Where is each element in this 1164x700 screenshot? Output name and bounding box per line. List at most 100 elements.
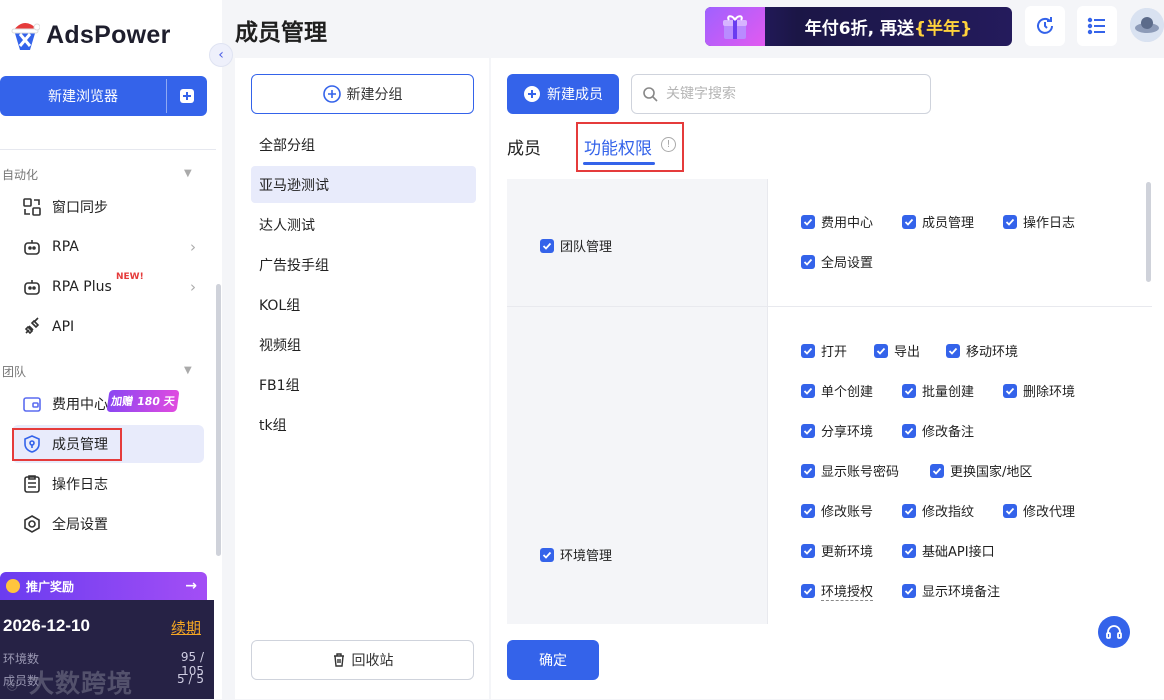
sidebar-item-label: 全局设置 [52,517,108,533]
recycle-bin-button[interactable]: 回收站 [251,640,474,680]
group-item[interactable]: 广告投手组 [251,246,476,283]
arrow-right-icon: → [185,578,197,594]
search-input[interactable] [666,86,896,102]
referral-label: 推广奖励 [26,579,75,594]
checkbox-checked-icon [1003,383,1017,398]
sidebar-item-operation-log[interactable]: 操作日志 [12,465,204,503]
watermark-text: 大数跨境 [28,669,133,698]
checkbox-checked-icon [801,423,815,438]
checkbox-checked-icon [801,543,815,558]
perm-label: 导出 [894,345,921,360]
perm-checkbox[interactable]: 分享环境 [801,421,873,440]
group-item[interactable]: 视频组 [251,326,476,363]
perm-checkbox[interactable]: 删除环境 [1003,381,1075,400]
confirm-button[interactable]: 确定 [507,640,599,680]
highlight-box [12,428,122,461]
perm-label: 删除环境 [1023,385,1076,400]
checkbox-checked-icon [801,463,815,478]
group-item[interactable]: tk组 [251,406,476,443]
perm-checkbox[interactable]: 基础API接口 [902,541,995,560]
perm-checkbox[interactable]: 更新环境 [801,541,873,560]
checkbox-checked-icon [1003,503,1017,518]
promo-badge: 加赠 180 天 [106,390,180,412]
checkbox-checked-icon [946,343,960,358]
perm-checkbox[interactable]: 全局设置 [801,252,873,271]
sidebar-item-rpa-plus[interactable]: RPA Plus › [12,268,204,306]
perm-checkbox[interactable]: 成员管理 [902,212,974,231]
sync-button[interactable] [1025,6,1065,46]
chevron-right-icon: › [190,238,196,256]
new-group-button[interactable]: 新建分组 [251,74,474,114]
app-logo[interactable]: AdsPower [10,20,171,50]
perm-label: 更新环境 [821,545,874,560]
perm-group-checkbox[interactable]: 团队管理 [540,236,612,255]
perm-checkbox[interactable]: 单个创建 [801,381,873,400]
checkbox-checked-icon [930,463,944,478]
sidebar-item-label: API [52,319,75,335]
perm-checkbox[interactable]: 修改代理 [1003,501,1075,520]
perm-checkbox[interactable]: 显示环境备注 [902,581,1000,600]
gear-icon [22,514,42,534]
permissions-scrollbar[interactable] [1146,182,1151,282]
sidebar-scrollbar[interactable] [216,284,221,556]
sidebar-item-rpa[interactable]: RPA › [12,228,204,266]
tab-members[interactable]: 成员 [507,134,541,159]
promo-banner[interactable]: 年付6折, 再送{半年} [705,7,1012,46]
group-item[interactable]: 达人测试 [251,206,476,243]
chevron-down-icon[interactable]: ▼ [184,168,192,179]
window-sync-icon [22,197,42,217]
perm-group-checkbox[interactable]: 环境管理 [540,545,612,564]
perm-checkbox[interactable]: 修改账号 [801,501,873,520]
wallet-icon [22,394,42,414]
perm-checkbox[interactable]: 移动环境 [946,341,1018,360]
section-title-team: 团队 [2,365,27,379]
checkbox-checked-icon [801,503,815,518]
list-icon [1087,17,1105,35]
logo-text: AdsPower [46,20,171,49]
perm-checkbox[interactable]: 修改备注 [902,421,974,440]
chevron-down-icon[interactable]: ▼ [184,365,192,376]
group-item[interactable]: FB1组 [251,366,476,403]
group-item[interactable]: 亚马逊测试 [251,166,476,203]
perm-checkbox[interactable]: 操作日志 [1003,212,1075,231]
highlight-box [576,122,684,172]
new-member-label: 新建成员 [547,87,603,103]
plug-icon [22,317,42,337]
checkbox-checked-icon [902,423,916,438]
search-box[interactable] [631,74,931,114]
sidebar-item-global-settings[interactable]: 全局设置 [12,505,204,543]
add-box-icon[interactable] [167,76,207,116]
banner-prefix: 年付6折, 再送 [804,19,914,39]
checkbox-checked-icon [874,343,888,358]
avatar[interactable] [1130,8,1164,42]
perm-checkbox[interactable]: 导出 [874,341,920,360]
collapse-sidebar-button[interactable]: ‹ [209,43,233,67]
checkbox-checked-icon [1003,214,1017,229]
perm-label: 费用中心 [821,216,874,231]
sidebar-item-window-sync[interactable]: 窗口同步 [12,188,204,226]
perm-checkbox[interactable]: 修改指纹 [902,501,974,520]
perm-checkbox[interactable]: 打开 [801,341,847,360]
list-menu-button[interactable] [1077,6,1117,46]
new-browser-button[interactable]: 新建浏览器 [0,76,207,116]
new-member-button[interactable]: 新建成员 [507,74,619,114]
perm-checkbox[interactable]: 环境授权 [801,581,874,601]
perm-label: 修改代理 [1023,505,1076,520]
perm-checkbox[interactable]: 更换国家/地区 [930,461,1032,480]
sidebar-item-label: RPA [52,239,79,255]
perm-checkbox[interactable]: 显示账号密码 [801,461,899,480]
perm-checkbox[interactable]: 费用中心 [801,212,873,231]
group-item[interactable]: KOL组 [251,286,476,323]
sidebar-item-api[interactable]: API [12,308,204,346]
checkbox-checked-icon [902,583,916,598]
renew-link[interactable]: 续期 [171,617,201,638]
checkbox-checked-icon [902,503,916,518]
perm-label: 打开 [821,345,848,360]
sidebar-item-label: 费用中心 [52,397,108,413]
support-chat-button[interactable] [1098,616,1130,648]
referral-bar[interactable]: 推广奖励 → [0,572,207,600]
group-item[interactable]: 全部分组 [251,126,476,163]
perm-checkbox[interactable]: 批量创建 [902,381,974,400]
plus-circle-icon [322,85,341,103]
search-icon [643,87,658,102]
